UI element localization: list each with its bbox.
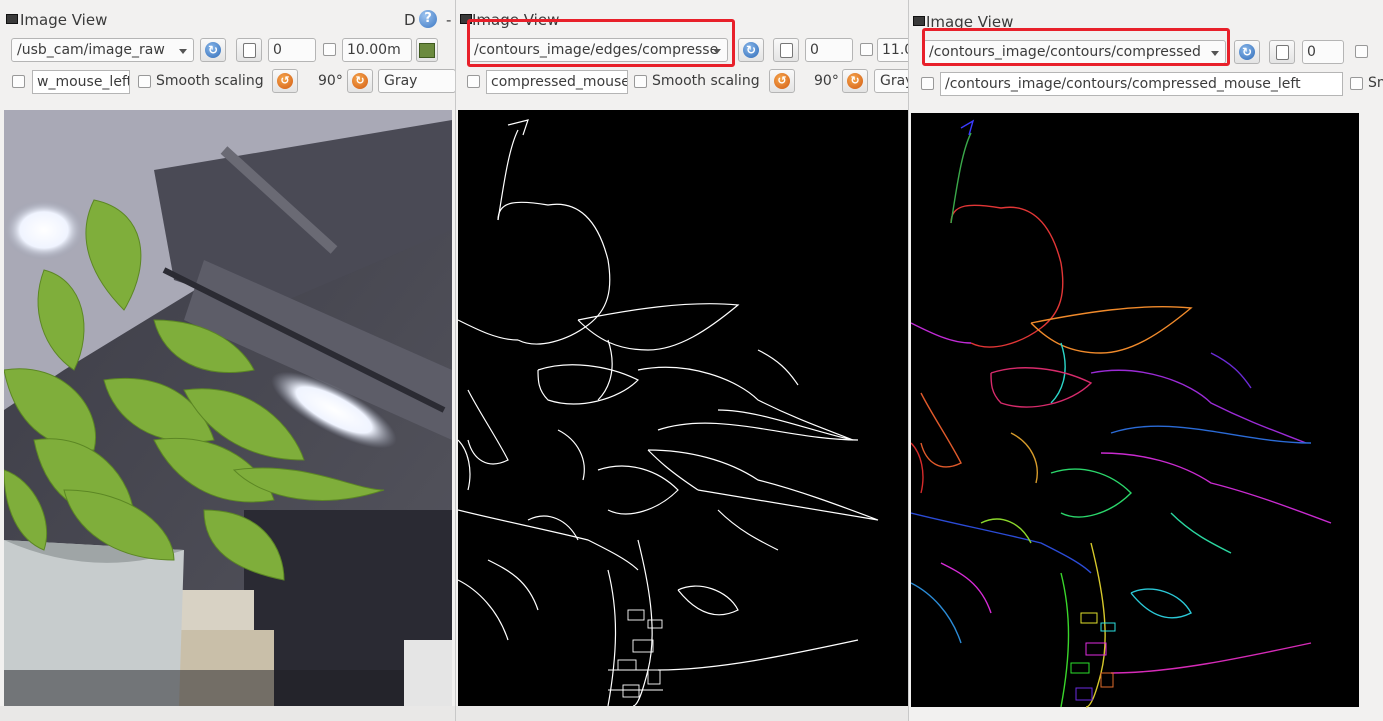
color-mode-select[interactable]: Gray: [874, 69, 909, 93]
rate-field[interactable]: 10.00m: [342, 38, 412, 62]
save-icon: [1275, 45, 1289, 60]
smooth-scaling-label: Smooth scaling: [652, 73, 760, 89]
rate-checkbox[interactable]: [1355, 45, 1368, 58]
color-mode-value: Gray: [384, 73, 418, 89]
topic-select-value: /usb_cam/image_raw: [17, 42, 165, 58]
rotation-label: 90°: [318, 73, 343, 89]
image-view-panel-edges: Image View /contours_image/edges/compres…: [455, 0, 909, 721]
rotate-left-button[interactable]: ↺: [769, 69, 795, 93]
publish-button[interactable]: [416, 38, 438, 62]
rate-checkbox[interactable]: [860, 43, 873, 56]
rotate-left-icon: ↺: [277, 73, 293, 89]
chevron-down-icon: [179, 49, 187, 54]
dock-button[interactable]: D: [404, 11, 416, 29]
refresh-button[interactable]: ↻: [1234, 40, 1260, 64]
color-mode-value: Gray: [880, 73, 909, 89]
refresh-icon: ↻: [205, 42, 221, 58]
rotate-right-button[interactable]: ↻: [347, 69, 373, 93]
smooth-scaling-label: Smooth scaling: [156, 73, 264, 89]
spin-box[interactable]: 0: [805, 38, 853, 62]
smooth-scaling-label: Sm: [1368, 75, 1383, 91]
smooth-scaling-checkbox[interactable]: [634, 75, 647, 88]
mouse-checkbox[interactable]: [921, 77, 934, 90]
save-icon: [242, 43, 256, 58]
color-mode-select[interactable]: Gray: [378, 69, 455, 93]
save-button[interactable]: [1269, 40, 1295, 64]
highlight-box: [922, 28, 1230, 66]
help-icon[interactable]: ?: [419, 10, 437, 28]
rotate-left-button[interactable]: ↺: [272, 69, 298, 93]
rotate-left-icon: ↺: [774, 73, 790, 89]
save-button[interactable]: [236, 38, 262, 62]
save-icon: [779, 43, 793, 58]
rotate-right-icon: ↻: [847, 73, 863, 89]
spin-box[interactable]: 0: [268, 38, 316, 62]
minimize-button[interactable]: -: [446, 11, 451, 29]
refresh-icon: ↻: [1239, 44, 1255, 60]
refresh-button[interactable]: ↻: [738, 38, 764, 62]
rate-field[interactable]: 11.0: [877, 38, 909, 62]
smooth-scaling-checkbox[interactable]: [1350, 77, 1363, 90]
spin-box[interactable]: 0: [1302, 40, 1344, 64]
mouse-topic-field[interactable]: w_mouse_left: [32, 70, 130, 94]
panel-titlebar: Image View D ? -: [0, 8, 455, 32]
raw-camera-image: [4, 110, 452, 706]
rotation-label: 90°: [814, 73, 839, 89]
image-view-panel-raw: Image View D ? - /usb_cam/image_raw ↻ 0 …: [0, 0, 455, 721]
topic-select[interactable]: /usb_cam/image_raw: [11, 38, 194, 62]
window-icon: [913, 16, 925, 26]
edges-image: [458, 110, 908, 706]
image-view-panel-contours: Image View /contours_image/contours/comp…: [908, 0, 1383, 721]
status-strip: [456, 706, 909, 721]
highlight-box: [467, 19, 735, 67]
mouse-checkbox[interactable]: [12, 75, 25, 88]
rotate-right-button[interactable]: ↻: [842, 69, 868, 93]
mouse-topic-field[interactable]: compressed_mouse_: [486, 70, 628, 94]
window-icon: [6, 14, 18, 24]
refresh-icon: ↻: [743, 42, 759, 58]
panel-title: Image View: [20, 11, 108, 29]
mouse-topic-field[interactable]: /contours_image/contours/compressed_mous…: [940, 72, 1343, 96]
rotate-right-icon: ↻: [352, 73, 368, 89]
smooth-scaling-checkbox[interactable]: [138, 75, 151, 88]
rate-checkbox[interactable]: [323, 43, 336, 56]
save-button[interactable]: [773, 38, 799, 62]
image-icon: [419, 43, 435, 58]
status-strip: [0, 706, 455, 721]
contours-image: [911, 113, 1359, 708]
refresh-button[interactable]: ↻: [200, 38, 226, 62]
mouse-checkbox[interactable]: [467, 75, 480, 88]
